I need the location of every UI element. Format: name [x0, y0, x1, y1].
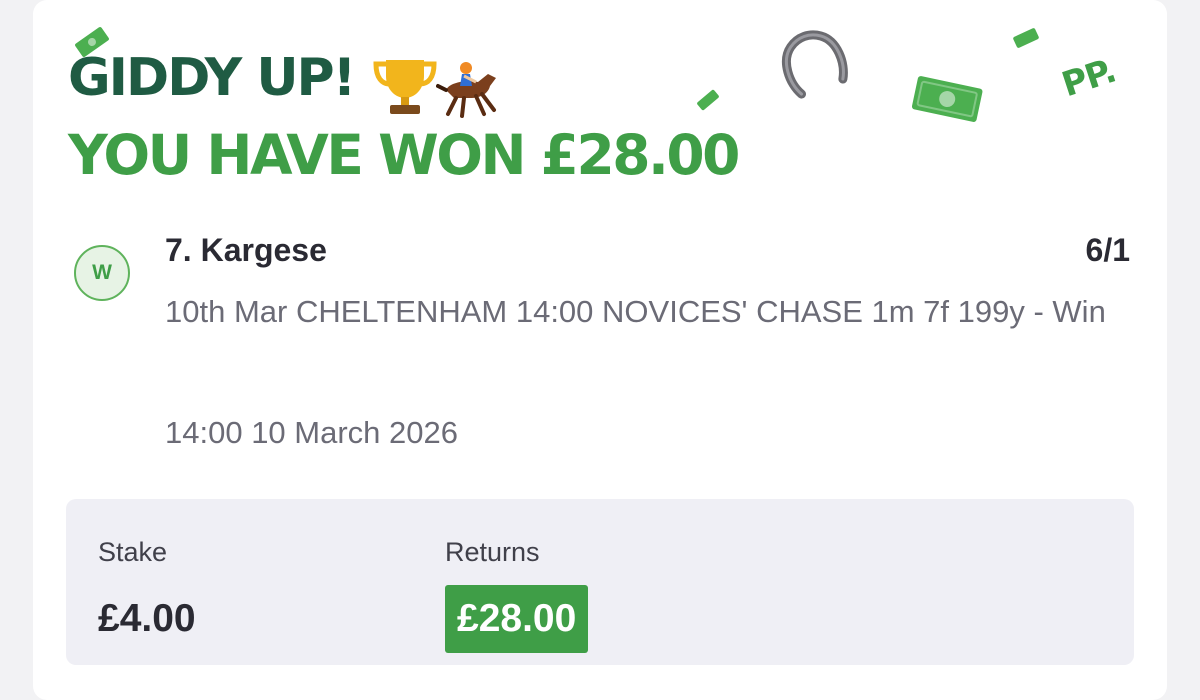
returns-value: £28.00 [445, 585, 589, 653]
market-description: 10th Mar CHELTENHAM 14:00 NOVICES' CHASE… [165, 294, 1106, 329]
headline-text: GIDDY UP! [68, 48, 356, 108]
stake-value: £4.00 [98, 597, 196, 640]
returns-amount: £28.00 [457, 597, 577, 640]
banknote-icon [697, 89, 719, 111]
banknote-icon [1013, 28, 1039, 48]
returns-label: Returns [445, 537, 540, 567]
event-time: 14:00 10 March 2026 [165, 415, 458, 450]
win-amount-headline: YOU HAVE WON £28.00 [68, 123, 740, 187]
status-letter: W [92, 261, 112, 284]
banner-headline: GIDDY UP! [68, 52, 356, 104]
status-badge: W [74, 245, 130, 301]
trophy-icon [373, 60, 437, 114]
horse-racing-icon [436, 62, 496, 118]
odds-value: 6/1 [1085, 232, 1130, 268]
stake-label: Stake [98, 537, 168, 567]
banknote-icon [911, 76, 983, 122]
horseshoe-icon [782, 30, 848, 99]
selection-name: 7. Kargese [165, 232, 327, 268]
bet-summary: Stake £4.00 Returns £28.00 [66, 499, 1134, 665]
